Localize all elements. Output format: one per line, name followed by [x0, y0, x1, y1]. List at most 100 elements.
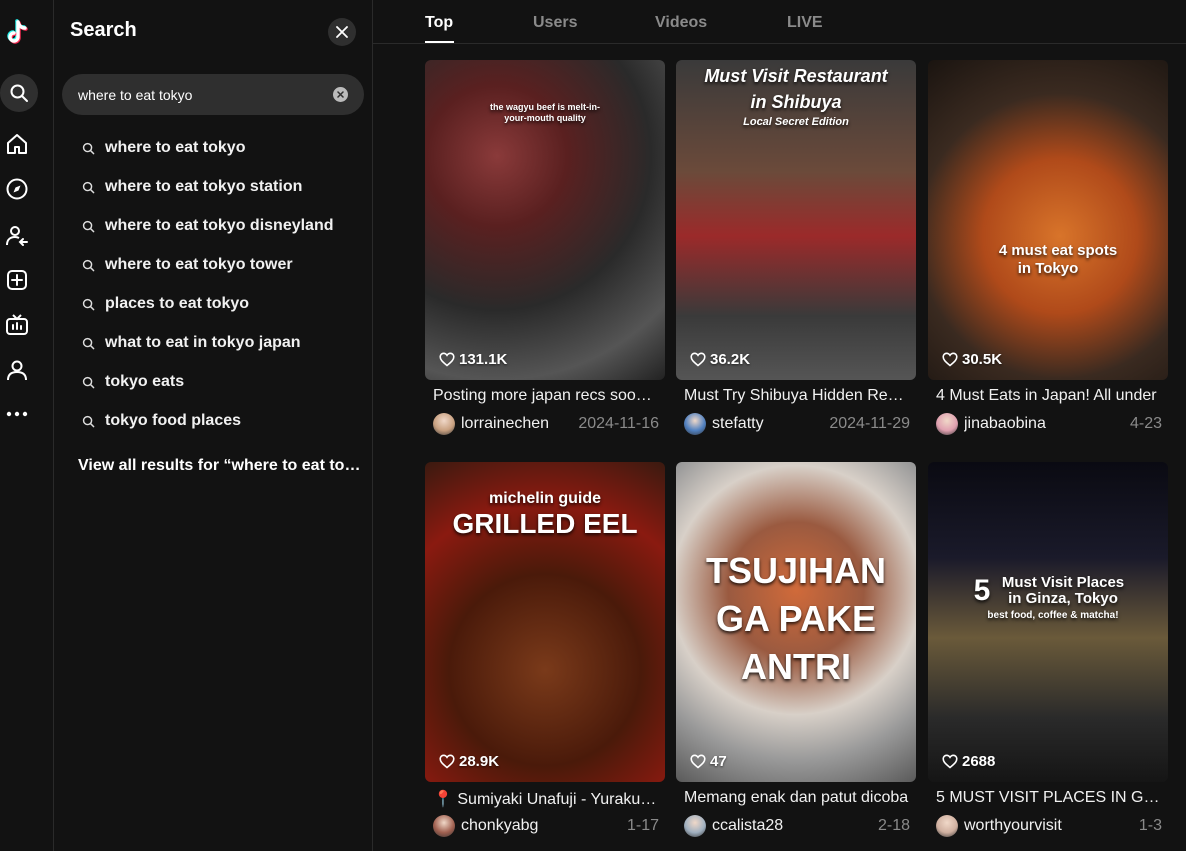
view-all-results-link[interactable]: View all results for “where to eat tokyo… — [78, 457, 363, 475]
search-suggestion[interactable]: where to eat tokyo disneyland — [82, 214, 334, 238]
video-thumbnail[interactable]: the wagyu beef is melt-in-your-mouth qua… — [425, 60, 665, 380]
overlay-caption-line: Must Visit Restaurant — [704, 66, 888, 86]
search-suggestion[interactable]: tokyo eats — [82, 370, 184, 394]
thumbnail-overlay-text: 4 must eat spots in Tokyo — [928, 60, 1168, 380]
suggestion-label: where to eat tokyo disneyland — [105, 217, 334, 234]
overlay-caption-line: Local Secret Edition — [743, 116, 849, 128]
explore-icon[interactable] — [0, 172, 34, 206]
video-thumbnail[interactable]: 4 must eat spots in Tokyo 30.5K — [928, 60, 1168, 380]
tiktok-logo-icon[interactable] — [2, 16, 36, 50]
overlay-caption-line: Must Visit Places — [1001, 574, 1125, 591]
heart-icon — [690, 754, 706, 769]
video-title[interactable]: 5 MUST VISIT PLACES IN GINZA — [936, 789, 1162, 807]
author-name[interactable]: worthyourvisit — [964, 817, 1131, 835]
tab-live[interactable]: LIVE — [787, 14, 823, 32]
overlay-caption-line: michelin guide — [488, 490, 601, 507]
suggestion-label: where to eat tokyo tower — [105, 256, 293, 273]
heart-icon — [439, 352, 455, 367]
like-count-value: 36.2K — [710, 351, 751, 368]
post-date: 1-17 — [626, 817, 659, 834]
author-name[interactable]: jinabaobina — [964, 415, 1122, 433]
video-thumbnail[interactable]: 5 Must Visit Places in Ginza, Tokyo best fo… — [928, 462, 1168, 782]
like-count: 2688 — [942, 753, 995, 770]
thumbnail-overlay-text: michelin guide GRILLED EEL — [425, 462, 665, 782]
author-name[interactable]: lorrainechen — [461, 415, 570, 433]
search-icon — [82, 337, 95, 350]
avatar[interactable] — [433, 413, 455, 435]
live-icon[interactable] — [0, 308, 34, 342]
like-count: 131.1K — [439, 351, 507, 368]
upload-icon[interactable] — [0, 263, 34, 297]
tab-top[interactable]: Top — [425, 14, 453, 32]
post-date: 2-18 — [877, 817, 910, 834]
avatar[interactable] — [433, 815, 455, 837]
search-suggestion[interactable]: where to eat tokyo tower — [82, 253, 293, 277]
search-suggestion[interactable]: what to eat in tokyo japan — [82, 331, 301, 355]
avatar[interactable] — [936, 815, 958, 837]
suggestion-label: where to eat tokyo — [105, 139, 246, 156]
search-icon — [82, 298, 95, 311]
like-count-value: 30.5K — [962, 351, 1003, 368]
overlay-caption-line: in Ginza, Tokyo — [1008, 590, 1118, 607]
search-icon — [82, 142, 95, 155]
author-name[interactable]: stefatty — [712, 415, 821, 433]
video-thumbnail[interactable]: TSUJIHAN GA PAKE ANTRI 47 — [676, 462, 916, 782]
post-date: 1-3 — [1138, 817, 1162, 834]
video-title[interactable]: 📍 Sumiyaki Unafuji - Yurakucho — [433, 789, 659, 809]
heart-icon — [439, 754, 455, 769]
following-icon[interactable] — [0, 219, 34, 253]
avatar[interactable] — [936, 413, 958, 435]
thumbnail-overlay-text: TSUJIHAN GA PAKE ANTRI — [676, 462, 916, 782]
heart-icon — [690, 352, 706, 367]
search-icon — [82, 181, 95, 194]
home-icon[interactable] — [0, 127, 34, 161]
search-icon[interactable] — [0, 74, 38, 112]
thumbnail-overlay-text: Must Visit Restaurant in Shibuya Local Sec… — [676, 60, 916, 380]
suggestion-label: what to eat in tokyo japan — [105, 334, 301, 351]
post-date: 2024-11-16 — [578, 415, 659, 432]
like-count-value: 131.1K — [459, 351, 508, 368]
search-box[interactable] — [62, 74, 364, 115]
overlay-caption-line: in Shibuya — [750, 92, 842, 112]
overlay-caption-line: in Tokyo — [1017, 260, 1079, 277]
video-title[interactable]: Must Try Shibuya Hidden Restaurant — [684, 387, 910, 405]
more-icon[interactable] — [0, 397, 34, 431]
post-date: 4-23 — [1129, 415, 1162, 432]
video-title[interactable]: Memang enak dan patut dicoba — [684, 789, 910, 807]
search-suggestion[interactable]: tokyo food places — [82, 409, 241, 433]
video-title[interactable]: Posting more japan recs soon ... — [433, 387, 659, 405]
video-meta: stefatty 2024-11-29 — [684, 413, 910, 435]
overlay-caption-line: 4 must eat spots — [998, 242, 1118, 259]
search-suggestion[interactable]: places to eat tokyo — [82, 292, 249, 316]
overlay-caption-line: GRILLED EEL — [452, 508, 638, 539]
tab-videos[interactable]: Videos — [655, 14, 707, 32]
panel-title: Search — [70, 19, 137, 41]
search-suggestion[interactable]: where to eat tokyo — [82, 136, 245, 160]
avatar[interactable] — [684, 413, 706, 435]
heart-icon — [942, 754, 958, 769]
heart-icon — [942, 352, 958, 367]
search-icon — [82, 259, 95, 272]
video-thumbnail[interactable]: Must Visit Restaurant in Shibuya Local Sec… — [676, 60, 916, 380]
author-name[interactable]: ccalista28 — [712, 817, 870, 835]
avatar[interactable] — [684, 815, 706, 837]
like-count-value: 28.9K — [459, 753, 500, 770]
clear-icon[interactable] — [333, 87, 348, 102]
suggestion-label: where to eat tokyo station — [105, 178, 303, 195]
suggestion-label: tokyo eats — [105, 373, 185, 390]
search-input[interactable] — [78, 74, 318, 115]
active-tab-indicator — [425, 41, 454, 43]
search-icon — [82, 376, 95, 389]
thumbnail-overlay-text: 5 Must Visit Places in Ginza, Tokyo best fo… — [928, 462, 1168, 782]
author-name[interactable]: chonkyabg — [461, 817, 619, 835]
profile-icon[interactable] — [0, 353, 34, 387]
video-title[interactable]: 4 Must Eats in Japan! All under — [936, 387, 1162, 405]
search-panel: Search where to eat tokyo where to eat to… — [54, 0, 373, 851]
search-suggestion[interactable]: where to eat tokyo station — [82, 175, 302, 199]
tab-users[interactable]: Users — [533, 14, 577, 32]
suggestion-label: places to eat tokyo — [105, 295, 250, 312]
results-main: Top Users Videos LIVE the wagyu beef is … — [373, 0, 1186, 851]
video-thumbnail[interactable]: michelin guide GRILLED EEL 28.9K — [425, 462, 665, 782]
video-meta: jinabaobina 4-23 — [936, 413, 1162, 435]
close-icon[interactable] — [328, 18, 356, 46]
